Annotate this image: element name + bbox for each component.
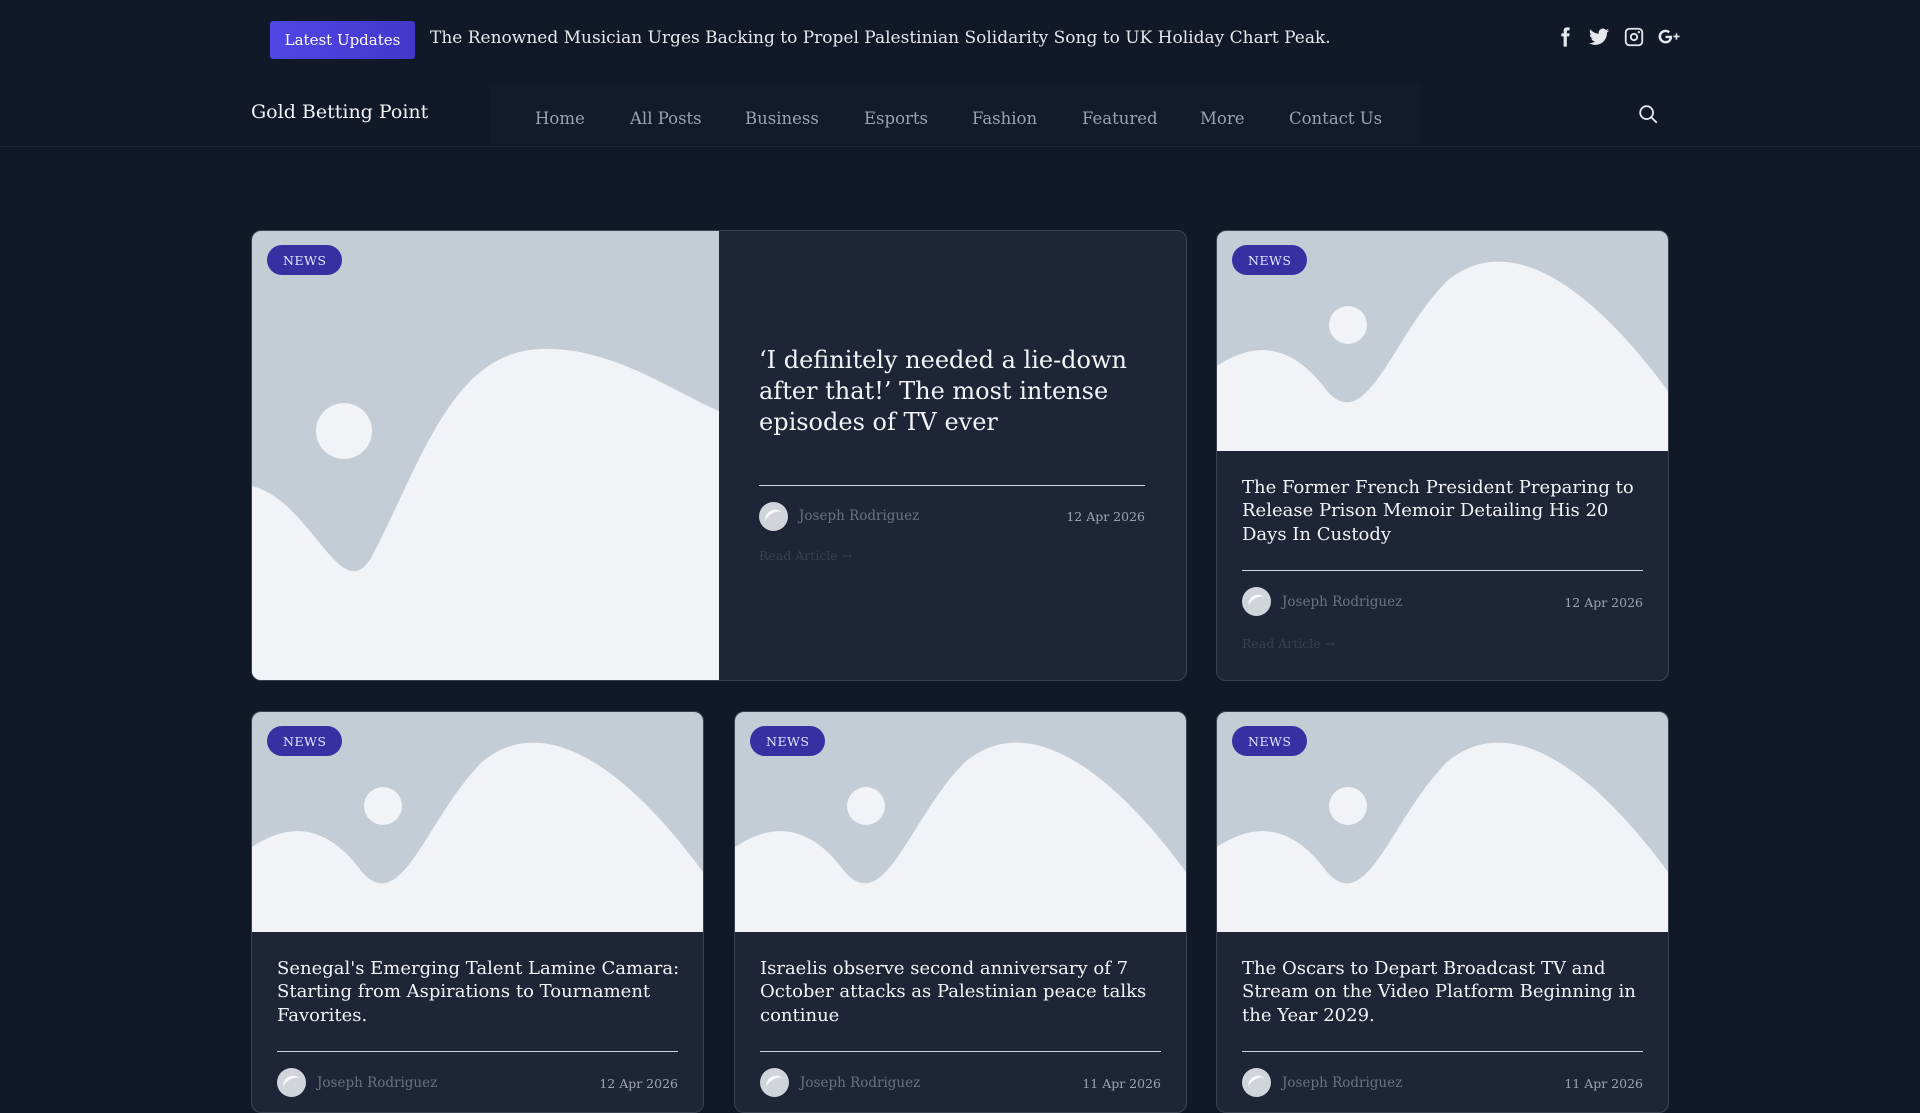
article-title[interactable]: Senegal's Emerging Talent Lamine Camara:… (277, 957, 682, 1027)
main-navigation: Gold Betting Point Home All Posts Busine… (0, 78, 1920, 147)
author-name[interactable]: Joseph Rodriguez (800, 1075, 920, 1091)
article-image-placeholder: NEWS (252, 712, 703, 932)
search-icon[interactable] (1637, 103, 1659, 125)
latest-updates-badge[interactable]: Latest Updates (270, 21, 415, 59)
article-card[interactable]: NEWS The Oscars to Depart Broadcast TV a… (1216, 711, 1669, 1113)
author-name[interactable]: Joseph Rodriguez (1282, 594, 1402, 610)
author-name[interactable]: Joseph Rodriguez (317, 1075, 437, 1091)
article-card[interactable]: NEWS Israelis observe second anniversary… (734, 711, 1187, 1113)
category-tag[interactable]: NEWS (1232, 726, 1308, 756)
nav-item-home[interactable]: Home (535, 109, 585, 128)
article-image-placeholder: NEWS (1217, 712, 1668, 932)
facebook-icon[interactable] (1552, 24, 1578, 50)
divider (759, 485, 1145, 486)
twitter-icon[interactable] (1586, 24, 1612, 50)
author-avatar (277, 1068, 306, 1097)
article-title[interactable]: ‘I definitely needed a lie-down after th… (759, 345, 1149, 439)
category-tag[interactable]: NEWS (1232, 245, 1308, 275)
read-article-link[interactable]: Read Article → (759, 548, 852, 563)
article-card[interactable]: NEWS The Former French President Prepari… (1216, 230, 1669, 681)
article-image-placeholder: NEWS (735, 712, 1186, 932)
instagram-icon[interactable] (1621, 24, 1647, 50)
publish-date: 12 Apr 2026 (599, 1076, 678, 1091)
category-tag[interactable]: NEWS (267, 245, 343, 275)
category-tag[interactable]: NEWS (750, 726, 826, 756)
article-title[interactable]: The Former French President Preparing to… (1242, 476, 1647, 546)
google-plus-icon[interactable] (1656, 24, 1682, 50)
divider (277, 1051, 678, 1052)
divider (1242, 570, 1643, 571)
nav-item-more[interactable]: More (1200, 109, 1244, 128)
publish-date: 11 Apr 2026 (1564, 1076, 1643, 1091)
nav-item-business[interactable]: Business (745, 109, 819, 128)
top-bar: Latest Updates The Renowned Musician Urg… (0, 0, 1920, 78)
nav-item-contact-us[interactable]: Contact Us (1289, 109, 1382, 128)
read-article-link[interactable]: Read Article → (1242, 636, 1335, 651)
publish-date: 11 Apr 2026 (1082, 1076, 1161, 1091)
divider (760, 1051, 1161, 1052)
nav-item-esports[interactable]: Esports (864, 109, 928, 128)
author-name[interactable]: Joseph Rodriguez (1282, 1075, 1402, 1091)
article-card[interactable]: NEWS Senegal's Emerging Talent Lamine Ca… (251, 711, 704, 1113)
news-ticker[interactable]: The Renowned Musician Urges Backing to P… (430, 28, 1331, 48)
divider (1242, 1051, 1643, 1052)
nav-menu: Home All Posts Business Esports Fashion … (490, 84, 1420, 144)
author-avatar (759, 502, 788, 531)
publish-date: 12 Apr 2026 (1564, 595, 1643, 610)
author-name[interactable]: Joseph Rodriguez (799, 508, 919, 524)
nav-item-fashion[interactable]: Fashion (972, 109, 1037, 128)
author-avatar (1242, 587, 1271, 616)
publish-date: 12 Apr 2026 (1066, 509, 1145, 524)
article-image-placeholder: NEWS (1217, 231, 1668, 451)
article-title[interactable]: Israelis observe second anniversary of 7… (760, 957, 1165, 1027)
author-avatar (760, 1068, 789, 1097)
author-avatar (1242, 1068, 1271, 1097)
article-image-placeholder: NEWS (252, 231, 719, 680)
nav-item-all-posts[interactable]: All Posts (630, 109, 702, 128)
featured-article-card[interactable]: NEWS ‘I definitely needed a lie-down aft… (251, 230, 1187, 681)
article-title[interactable]: The Oscars to Depart Broadcast TV and St… (1242, 957, 1647, 1027)
nav-item-featured[interactable]: Featured (1082, 109, 1158, 128)
site-brand[interactable]: Gold Betting Point (251, 101, 428, 123)
category-tag[interactable]: NEWS (267, 726, 343, 756)
